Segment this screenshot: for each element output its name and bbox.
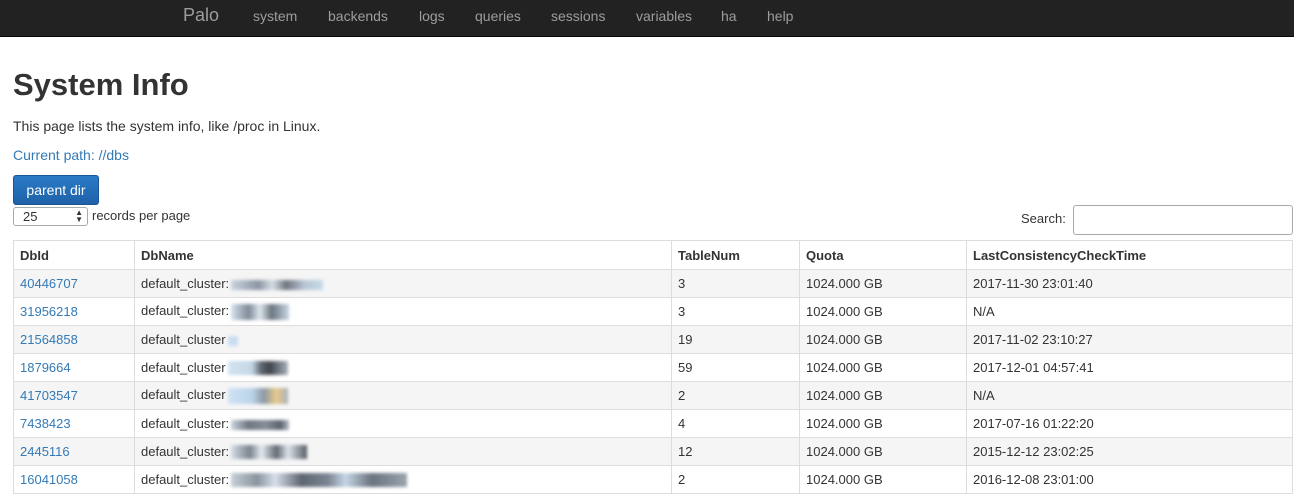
dbname-cell: default_cluster: bbox=[134, 269, 672, 298]
last-check-cell: 2017-07-16 01:22:20 bbox=[966, 409, 1293, 438]
dbname-text: default_cluster bbox=[141, 332, 226, 347]
tablenum-cell: 2 bbox=[671, 381, 800, 410]
brand-link[interactable]: Palo bbox=[183, 5, 219, 26]
nav-queries[interactable]: queries bbox=[475, 8, 521, 24]
table-row: 41703547 default_cluster 2 1024.000 GB N… bbox=[13, 381, 1293, 410]
nav-ha[interactable]: ha bbox=[721, 8, 737, 24]
dbid-link[interactable]: 2445116 bbox=[20, 444, 70, 459]
tablenum-cell: 2 bbox=[671, 465, 800, 494]
redacted-name bbox=[231, 473, 408, 488]
dbname-text: default_cluster: bbox=[141, 443, 230, 459]
dbid-link[interactable]: 31956218 bbox=[20, 304, 78, 319]
dbid-cell: 21564858 bbox=[13, 325, 135, 354]
nav-logs[interactable]: logs bbox=[419, 8, 445, 24]
quota-cell: 1024.000 GB bbox=[799, 353, 967, 382]
column-header-dbname[interactable]: DbName bbox=[134, 240, 672, 270]
dbname-cell: default_cluster bbox=[134, 381, 672, 410]
table-row: 21564858 default_cluster 19 1024.000 GB … bbox=[13, 325, 1293, 354]
nav-backends[interactable]: backends bbox=[328, 8, 388, 24]
quota-cell: 1024.000 GB bbox=[799, 381, 967, 410]
dbid-cell: 31956218 bbox=[13, 297, 135, 326]
tablenum-cell: 19 bbox=[671, 325, 800, 354]
table-header-row: DbId DbName TableNum Quota LastConsisten… bbox=[13, 240, 1293, 270]
quota-cell: 1024.000 GB bbox=[799, 465, 967, 494]
dbname-cell: default_cluster bbox=[134, 353, 672, 382]
last-check-cell: 2015-12-12 23:02:25 bbox=[966, 437, 1293, 466]
dbid-cell: 16041058 bbox=[13, 465, 135, 494]
table-row: 2445116 default_cluster: 12 1024.000 GB … bbox=[13, 437, 1293, 466]
search-input[interactable] bbox=[1073, 205, 1293, 235]
current-path: Current path: //dbs bbox=[13, 147, 129, 163]
nav-sessions[interactable]: sessions bbox=[551, 8, 605, 24]
dbname-cell: default_cluster: bbox=[134, 409, 672, 438]
quota-cell: 1024.000 GB bbox=[799, 297, 967, 326]
redacted-name bbox=[227, 361, 288, 376]
page-description: This page lists the system info, like /p… bbox=[13, 118, 321, 134]
redacted-name bbox=[231, 445, 308, 460]
dbname-text: default_cluster: bbox=[141, 276, 230, 291]
column-header-quota[interactable]: Quota bbox=[799, 240, 967, 270]
table-row: 7438423 default_cluster: 4 1024.000 GB 2… bbox=[13, 409, 1293, 438]
page-size-select[interactable]: 25 ▲ ▼ bbox=[13, 207, 88, 226]
search-label: Search: bbox=[1021, 211, 1066, 226]
tablenum-cell: 3 bbox=[671, 297, 800, 326]
parent-dir-button[interactable]: parent dir bbox=[13, 175, 99, 205]
dbid-cell: 1879664 bbox=[13, 353, 135, 382]
redacted-name bbox=[231, 279, 324, 290]
quota-cell: 1024.000 GB bbox=[799, 409, 967, 438]
quota-cell: 1024.000 GB bbox=[799, 437, 967, 466]
dbname-cell: default_cluster: bbox=[134, 437, 672, 466]
dbname-text: default_cluster bbox=[141, 387, 226, 403]
quota-cell: 1024.000 GB bbox=[799, 269, 967, 298]
dbid-link[interactable]: 16041058 bbox=[20, 472, 78, 487]
last-check-cell: 2017-12-01 04:57:41 bbox=[966, 353, 1293, 382]
last-check-cell: N/A bbox=[966, 381, 1293, 410]
page-size-value: 25 bbox=[23, 209, 38, 224]
page-title: System Info bbox=[13, 67, 189, 102]
dbid-cell: 40446707 bbox=[13, 269, 135, 298]
dbid-link[interactable]: 7438423 bbox=[20, 416, 71, 431]
column-header-dbid[interactable]: DbId bbox=[13, 240, 135, 270]
dbid-cell: 41703547 bbox=[13, 381, 135, 410]
dbid-link[interactable]: 41703547 bbox=[20, 388, 78, 403]
redacted-name bbox=[227, 387, 288, 404]
records-per-page-label: records per page bbox=[92, 208, 191, 223]
dbid-link[interactable]: 21564858 bbox=[20, 332, 78, 347]
db-table: DbId DbName TableNum Quota LastConsisten… bbox=[13, 240, 1293, 494]
dbname-text: default_cluster bbox=[141, 359, 226, 375]
column-header-last-check[interactable]: LastConsistencyCheckTime bbox=[966, 240, 1293, 270]
nav-help[interactable]: help bbox=[767, 8, 793, 24]
dbid-cell: 2445116 bbox=[13, 437, 135, 466]
nav-system[interactable]: system bbox=[253, 8, 297, 24]
tablenum-cell: 4 bbox=[671, 409, 800, 438]
quota-cell: 1024.000 GB bbox=[799, 325, 967, 354]
last-check-cell: N/A bbox=[966, 297, 1293, 326]
tablenum-cell: 12 bbox=[671, 437, 800, 466]
last-check-cell: 2017-11-30 23:01:40 bbox=[966, 269, 1293, 298]
column-header-tablenum[interactable]: TableNum bbox=[671, 240, 800, 270]
redacted-name bbox=[231, 419, 290, 430]
nav-variables[interactable]: variables bbox=[636, 8, 692, 24]
dbid-link[interactable]: 1879664 bbox=[20, 360, 71, 375]
tablenum-cell: 3 bbox=[671, 269, 800, 298]
dbname-text: default_cluster: bbox=[141, 471, 230, 487]
dbname-cell: default_cluster: bbox=[134, 297, 672, 326]
table-row: 31956218 default_cluster: 3 1024.000 GB … bbox=[13, 297, 1293, 326]
dbname-text: default_cluster: bbox=[141, 416, 230, 431]
dbname-text: default_cluster: bbox=[141, 303, 230, 319]
top-navbar: Palo system backends logs queries sessio… bbox=[0, 0, 1294, 37]
table-row: 40446707 default_cluster: 3 1024.000 GB … bbox=[13, 269, 1293, 298]
table-row: 16041058 default_cluster: 2 1024.000 GB … bbox=[13, 465, 1293, 494]
select-arrows-icon: ▲ ▼ bbox=[75, 208, 83, 224]
tablenum-cell: 59 bbox=[671, 353, 800, 382]
redacted-name bbox=[231, 303, 290, 320]
dbid-cell: 7438423 bbox=[13, 409, 135, 438]
dbname-cell: default_cluster bbox=[134, 325, 672, 354]
last-check-cell: 2016-12-08 23:01:00 bbox=[966, 465, 1293, 494]
redacted-name bbox=[227, 335, 238, 346]
dbid-link[interactable]: 40446707 bbox=[20, 276, 78, 291]
last-check-cell: 2017-11-02 23:10:27 bbox=[966, 325, 1293, 354]
table-row: 1879664 default_cluster 59 1024.000 GB 2… bbox=[13, 353, 1293, 382]
dbname-cell: default_cluster: bbox=[134, 465, 672, 494]
